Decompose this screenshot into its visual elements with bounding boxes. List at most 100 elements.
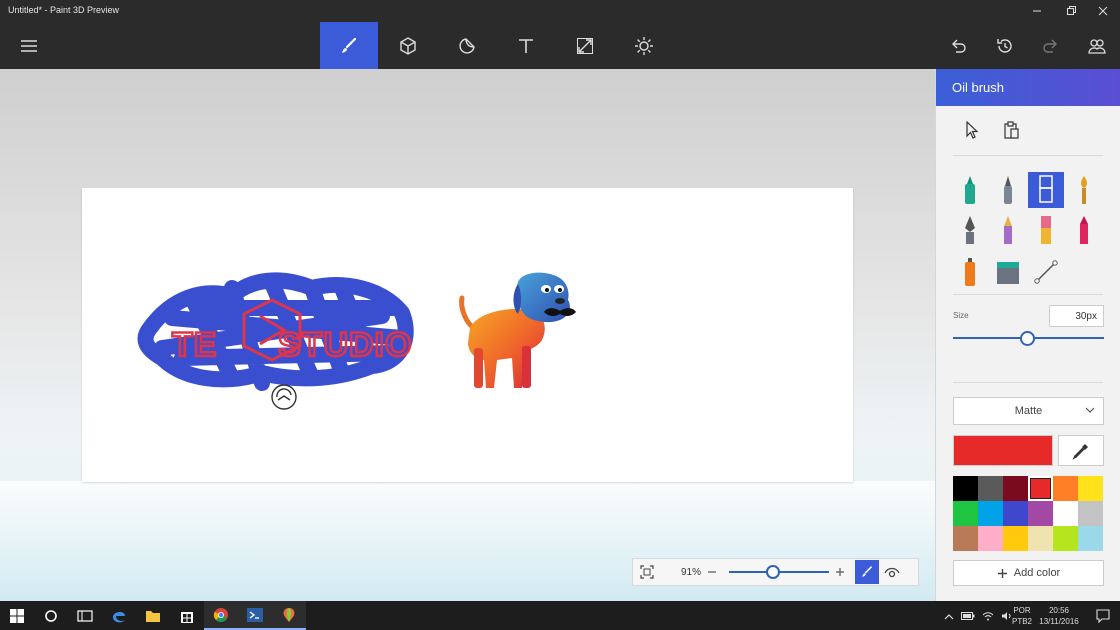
wifi-icon[interactable] — [982, 611, 994, 621]
taskbar: POR PTB2 20:56 13/11/2016 — [0, 601, 1120, 630]
color-swatch[interactable] — [1028, 526, 1053, 551]
eyedropper-button[interactable] — [1058, 435, 1104, 466]
system-tray — [944, 601, 1013, 630]
size-slider-thumb[interactable] — [1020, 331, 1035, 346]
language-indicator[interactable]: POR PTB2 — [1012, 601, 1032, 630]
redo-icon — [1043, 39, 1057, 53]
clock[interactable]: 20:56 13/11/2016 — [1038, 601, 1080, 630]
zoom-slider-thumb[interactable] — [766, 565, 780, 579]
action-center-button[interactable] — [1086, 601, 1120, 630]
close-icon — [1098, 6, 1108, 16]
color-swatch[interactable] — [1078, 501, 1103, 526]
current-color-swatch[interactable] — [953, 435, 1053, 466]
finish-dropdown[interactable]: Matte — [953, 397, 1104, 425]
brush-icon — [342, 37, 357, 53]
hamburger-menu-icon — [21, 39, 37, 52]
panel-title: Oil brush — [936, 69, 1120, 106]
calligraphy-pen-brush[interactable] — [990, 172, 1026, 208]
taskbar-file-explorer[interactable] — [136, 601, 170, 630]
drawing-canvas[interactable]: TE STUDIO — [82, 188, 853, 482]
color-swatch[interactable] — [1053, 501, 1078, 526]
paste-button[interactable] — [1000, 119, 1022, 141]
brush-view-button[interactable] — [855, 560, 879, 584]
color-swatch[interactable] — [1078, 476, 1103, 501]
brush-icon — [862, 566, 872, 577]
eye-icon — [884, 567, 900, 578]
color-swatch[interactable] — [1078, 526, 1103, 551]
oil-brush-icon — [1039, 175, 1053, 203]
battery-icon[interactable] — [961, 611, 975, 620]
start-button[interactable] — [0, 601, 34, 630]
chevron-up-icon[interactable] — [944, 612, 954, 620]
brush-panel: Oil brush Size 30px Matte Add color — [935, 69, 1120, 601]
pencil-brush[interactable] — [990, 212, 1026, 248]
color-swatch[interactable] — [1053, 526, 1078, 551]
fit-view-button[interactable] — [633, 558, 661, 586]
powershell-icon — [247, 607, 263, 622]
view-3d-button[interactable] — [879, 558, 905, 586]
add-color-button[interactable]: Add color — [953, 560, 1104, 586]
tool-stickers-button[interactable] — [438, 22, 496, 69]
color-swatch[interactable] — [1028, 476, 1053, 501]
size-slider[interactable] — [953, 331, 1104, 346]
color-swatch[interactable] — [953, 526, 978, 551]
zoom-in-button[interactable] — [829, 558, 851, 586]
oil-brush[interactable] — [1028, 172, 1064, 208]
tool-canvas-button[interactable] — [556, 22, 614, 69]
taskbar-edge[interactable] — [102, 601, 136, 630]
community-button[interactable] — [1068, 22, 1120, 69]
color-swatch[interactable] — [978, 526, 1003, 551]
crayon-brush[interactable] — [1066, 212, 1102, 248]
marker-brush[interactable] — [952, 172, 988, 208]
color-swatch[interactable] — [1003, 526, 1028, 551]
folder-icon — [146, 610, 160, 622]
maximize-button[interactable] — [1054, 0, 1088, 22]
zoom-slider[interactable] — [729, 558, 829, 586]
title-bar: Untitled* - Paint 3D Preview — [0, 0, 1120, 22]
close-button[interactable] — [1086, 0, 1120, 22]
tool-effects-button[interactable] — [615, 22, 673, 69]
keyboard-layout: PTB2 — [1012, 616, 1033, 626]
fill-bucket-brush[interactable] — [990, 254, 1026, 290]
select-tool-button[interactable] — [961, 119, 983, 141]
rotate-handle-icon[interactable] — [271, 384, 297, 410]
taskbar-paint-3d[interactable] — [272, 601, 306, 630]
minimize-button[interactable] — [1020, 0, 1054, 22]
marker-icon — [965, 176, 975, 204]
color-swatch[interactable] — [978, 476, 1003, 501]
taskbar-store[interactable] — [170, 601, 204, 630]
line-tool[interactable] — [1028, 254, 1064, 290]
pen-icon — [1004, 176, 1012, 204]
color-swatch[interactable] — [978, 501, 1003, 526]
taskbar-chrome[interactable] — [204, 601, 238, 630]
community-icon — [1088, 38, 1106, 54]
tool-3d-objects-button[interactable] — [379, 22, 437, 69]
color-swatch[interactable] — [1003, 501, 1028, 526]
chrome-browser-icon — [213, 607, 228, 622]
color-swatch[interactable] — [1053, 476, 1078, 501]
zoom-out-button[interactable] — [701, 558, 723, 586]
sun-icon — [635, 36, 653, 55]
size-label: Size — [953, 311, 969, 320]
paint-3d-icon — [283, 607, 295, 622]
size-input[interactable] — [1049, 305, 1104, 327]
menu-button[interactable] — [0, 22, 58, 69]
color-swatch[interactable] — [1028, 501, 1053, 526]
3d-dog-model[interactable] — [459, 272, 576, 388]
maximize-icon — [1067, 6, 1076, 15]
color-swatch[interactable] — [953, 501, 978, 526]
pixel-pen-brush[interactable] — [952, 212, 988, 248]
spray-can-brush[interactable] — [952, 254, 988, 290]
cube-icon — [400, 36, 416, 55]
task-view-button[interactable] — [68, 601, 102, 630]
tool-brushes-button[interactable] — [320, 22, 378, 69]
cortana-button[interactable] — [34, 601, 68, 630]
task-view-icon — [77, 609, 93, 622]
color-swatch[interactable] — [953, 476, 978, 501]
tool-text-button[interactable] — [497, 22, 555, 69]
watercolor-brush[interactable] — [1066, 172, 1102, 208]
color-swatch[interactable] — [1003, 476, 1028, 501]
taskbar-powershell[interactable] — [238, 601, 272, 630]
cursor-icon — [966, 121, 979, 139]
eraser-brush[interactable] — [1028, 212, 1064, 248]
